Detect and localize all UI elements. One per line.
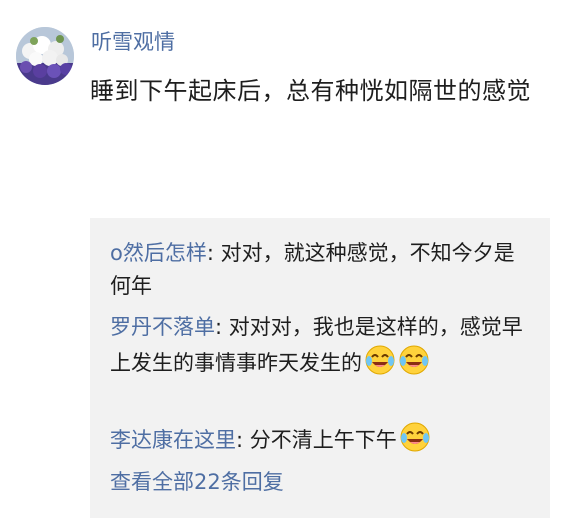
avatar[interactable] (16, 27, 74, 85)
comment-item: o然后怎样: 对对，就这种感觉，不知今夕是何年 (110, 237, 535, 303)
post-author-name[interactable]: 听雪观情 (91, 28, 175, 56)
laugh-cry-icon (364, 344, 396, 376)
comment-author[interactable]: o然后怎样 (110, 241, 207, 265)
comment-separator: : (236, 428, 250, 452)
weibo-post: 听雪观情 睡到下午起床后，总有种恍如隔世的感觉 o然后怎样: 对对，就这种感觉，… (0, 0, 563, 532)
comment-author[interactable]: 罗丹不落单 (110, 315, 215, 339)
comment-item: 罗丹不落单: 对对对，我也是这样的，感觉早上发生的事情事昨天发生的 (110, 311, 535, 380)
comment-item: 李达康在这里: 分不清上午下午 (110, 421, 535, 457)
laugh-cry-icon (398, 344, 430, 376)
laugh-cry-icon (399, 421, 431, 453)
post-text: 睡到下午起床后，总有种恍如隔世的感觉 (90, 77, 531, 105)
avatar-flowers-image (16, 27, 74, 85)
comment-preview-box[interactable]: o然后怎样: 对对，就这种感觉，不知今夕是何年 罗丹不落单: 对对对，我也是这样… (90, 218, 550, 518)
comment-separator: : (206, 241, 221, 265)
comment-author[interactable]: 李达康在这里 (110, 428, 236, 452)
view-all-replies-link[interactable]: 查看全部22条回复 (110, 467, 284, 497)
comment-separator: : (215, 315, 229, 339)
comment-text: 分不清上午下午 (249, 428, 397, 452)
